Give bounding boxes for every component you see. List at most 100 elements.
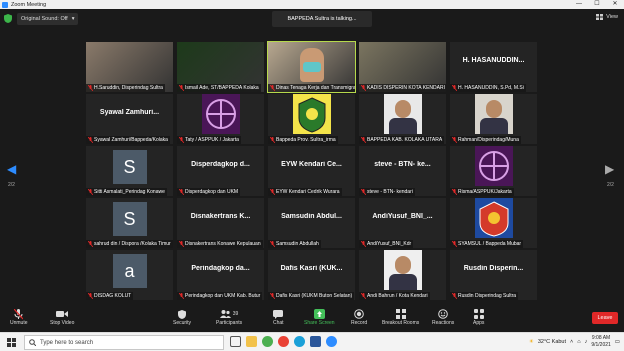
microphone-muted-icon [270,189,275,195]
view-button[interactable]: View [596,14,618,20]
chat-button[interactable]: Chat [273,308,284,326]
participant-tile[interactable]: Syawal Zamhuri... Syawal Zamhuri/Bappeda/… [86,94,173,144]
person-silhouette [394,256,411,274]
clock[interactable]: 9:08 AM 9/1/2021 [591,335,610,349]
network-icon[interactable]: ⌂ [577,339,580,345]
participant-name-label: AndiYusuf_BNI_Kdr [359,240,414,248]
participant-tile[interactable]: Ssahrud din / Dispora /Kolaka Timur [86,198,173,248]
microphone-muted-icon [179,137,184,143]
participant-name-label: H.Saruddin, Disperindag Sultra [86,84,165,92]
next-page-arrow-icon[interactable]: ▶ [605,162,614,176]
record-button[interactable]: Record [351,308,367,326]
participant-tile[interactable]: BAPPEDA KAB. KOLAKA UTARA [359,94,446,144]
participant-tile[interactable]: Perindagkop da... Perindagkop dan UKM Kab… [177,250,264,300]
participant-tile[interactable]: Andi Bahrun / Kota Kendari [359,250,446,300]
participant-tile[interactable]: Disnakertrans K... Disnakertrans Konawe K… [177,198,264,248]
zoom-taskbar-icon[interactable] [326,336,337,347]
microphone-muted-icon [179,241,184,247]
unmute-button[interactable]: Unmute [10,308,28,326]
microphone-muted-icon [88,189,93,195]
taskbar-search-box[interactable]: Type here to search [24,335,224,350]
person-silhouette [394,100,411,118]
maximize-button[interactable]: ☐ [588,0,606,9]
encryption-shield-icon[interactable] [4,14,12,23]
participant-tile[interactable]: steve - BTN- ke... steve - BTN- kendari [359,146,446,196]
participant-tile[interactable]: SYAMSUL / Bappeda Mubar [450,198,537,248]
participant-display-name: Disperdagkop d... [191,161,250,168]
clock-time: 9:08 AM [591,335,611,341]
participant-name-label: Dinas Tenaga Kerja dan Transmigrasi [268,84,355,92]
participant-avatar-letter: a [112,254,147,288]
participant-display-name: Dafis Kasri (KUK... [280,265,343,272]
participant-logo-image [201,94,240,134]
previous-page-arrow-icon[interactable]: ◀ [7,162,16,176]
page-indicator-left: 2/2 [8,182,15,188]
windows-start-icon[interactable] [7,338,16,347]
breakout-rooms-icon [395,309,406,319]
participant-name-label: Syawal Zamhuri/Bappeda/Kolaka [86,136,170,144]
participant-name-label: sahrud din / Dispora /Kolaka Timur [86,240,173,248]
share-screen-button[interactable]: Share Screen [304,308,335,326]
participant-logo-image [474,146,513,186]
edge-icon[interactable] [294,336,305,347]
breakout-rooms-button[interactable]: Breakout Rooms [382,308,419,326]
security-label: Security [173,320,192,326]
notification-icon[interactable]: ▭ [615,339,620,345]
participant-tile[interactable]: EYW Kendari Ce... EYW Kendari Cedrik Wura… [268,146,355,196]
minimize-button[interactable]: — [570,0,588,9]
microphone-muted-icon [452,189,457,195]
participant-tile[interactable]: Disperdagkop d... Disperdagkop dan UKM [177,146,264,196]
grid-view-icon [596,14,604,20]
security-button[interactable]: Security [173,308,191,326]
participant-name-label: steve - BTN- kendari [359,188,415,196]
participant-display-name: Disnakertrans K... [190,213,251,220]
participant-name-label: Andi Bahrun / Kota Kendari [359,292,430,300]
participant-tile[interactable]: H. HASANUDDIN... H. HASANUDDIN, S.Pd, M.S… [450,42,537,92]
participant-name-label: Sitti Asmalati_Perindag Konawe [86,188,167,196]
participant-tile[interactable]: Ismail Ade, ST/BAPPEDA Kolaka [177,42,264,92]
participants-button[interactable]: 39 Participants [216,308,242,326]
chat-bubble-icon [273,309,284,319]
microphone-muted-icon [270,137,275,143]
leave-button[interactable]: Leave [592,312,618,324]
microphone-muted-icon [270,85,275,91]
participant-display-name: H. HASANUDDIN... [462,57,525,64]
participant-name-label: Taty / ASPPUK / Jakarta [177,136,241,144]
smiley-icon [438,309,448,319]
participant-tile[interactable]: S Sitti Asmalati_Perindag Konawe [86,146,173,196]
meeting-topbar: Original Sound: Off ▾ BAPPEDA Sultra is … [0,9,624,29]
task-view-icon[interactable] [230,336,241,347]
participant-profile-photo [383,94,422,134]
file-explorer-icon[interactable] [246,336,257,347]
participant-name-label: Rusdin Disperindag Sultra [450,292,519,300]
meeting-controls-toolbar: Unmute Stop Video Security 39 Participan… [0,303,624,332]
participant-name-label: EYW Kendari Cedrik Wurara [268,188,342,196]
window-titlebar: Zoom Meeting — ☐ ✕ [0,0,624,9]
participant-tile[interactable]: Taty / ASPPUK / Jakarta [177,94,264,144]
video-camera-icon [56,311,69,317]
chrome-icon[interactable] [262,336,273,347]
participant-tile[interactable]: AndiYusuf_BNI_... AndiYusuf_BNI_Kdr [359,198,446,248]
participant-tile[interactable]: Samsudin Abdul... Samsudin Abdullah [268,198,355,248]
participant-tile[interactable]: Bappeda Prov. Sultra_irma [268,94,355,144]
stop-video-button[interactable]: Stop Video [50,308,74,326]
participant-display-name: Perindagkop da... [191,265,250,272]
participant-tile[interactable]: a DISDAG KOLUT [86,250,173,300]
participant-tile[interactable]: Rusdin Disperin... Rusdin Disperindag Sul… [450,250,537,300]
apps-label: Apps [473,320,485,326]
apps-button[interactable]: Apps [473,308,484,326]
original-sound-dropdown[interactable]: Original Sound: Off ▾ [17,13,79,25]
reactions-button[interactable]: Reactions [432,308,454,326]
chevron-up-icon[interactable]: ˄ [570,339,573,345]
chrome-icon-2[interactable] [278,336,289,347]
participant-tile[interactable]: Dinas Tenaga Kerja dan Transmigrasi [267,41,356,93]
participant-tile[interactable]: Rahman/Disperindag/Muna [450,94,537,144]
participant-name-label: Dafis Kasri (KUKM Buton Selatan) [268,292,355,300]
participant-tile[interactable]: Risma/ASPPUK/Jakarta [450,146,537,196]
word-icon[interactable] [310,336,321,347]
participant-tile[interactable]: H.Saruddin, Disperindag Sultra [86,42,173,92]
volume-icon[interactable]: ♪ [585,339,588,345]
close-button[interactable]: ✕ [606,0,624,9]
participant-tile[interactable]: Dafis Kasri (KUK... Dafis Kasri (KUKM But… [268,250,355,300]
participant-tile[interactable]: KADIS DISPERIN KOTA KENDARI [359,42,446,92]
